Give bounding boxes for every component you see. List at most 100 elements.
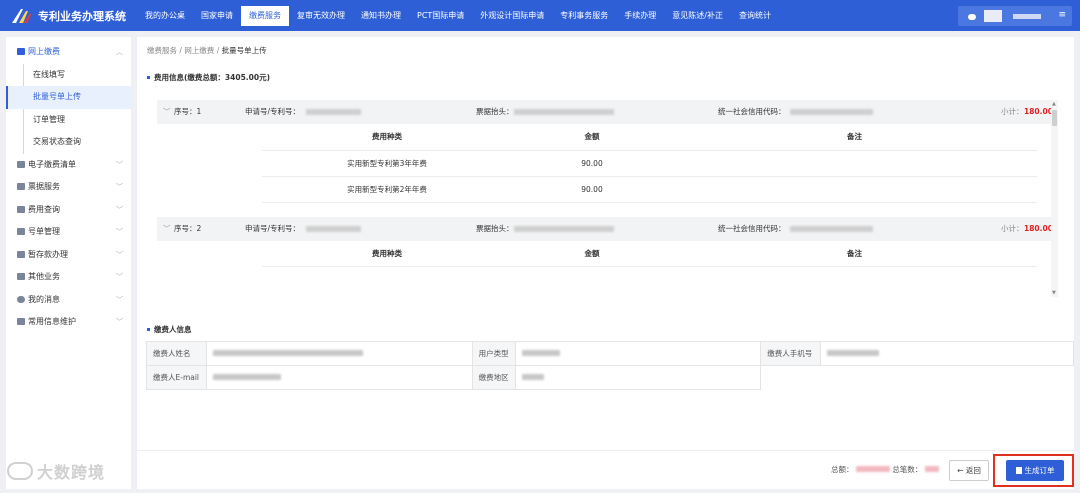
- application-number-label: 申请号/专利号：: [245, 223, 301, 233]
- user-type-label: 用户类型: [471, 341, 516, 366]
- app-logo[interactable]: 专利业务办理系统: [10, 6, 126, 26]
- fee-table: 费用种类 金额 备注 实用新型专利第3年年费 90.00 实用新型专利第2年年费…: [262, 124, 1037, 203]
- other-icon: [17, 273, 25, 280]
- watermark-text: 大数跨境: [37, 463, 106, 482]
- payer-email-label: 缴费人E-mail: [146, 365, 207, 390]
- empty-cell: [821, 366, 1074, 390]
- breadcrumb-current: 批量号单上传: [221, 46, 267, 55]
- fee-group-header[interactable]: ﹀ 序号：2 申请号/专利号： 票据抬头： 统一社会信用代码： 小计： 180.…: [157, 216, 1058, 241]
- app-title: 专利业务办理系统: [38, 10, 126, 23]
- breadcrumb-payment-service[interactable]: 缴费服务: [147, 46, 177, 55]
- chevron-down-icon: ﹀: [116, 295, 123, 304]
- user-avatar: [984, 10, 1002, 22]
- sidebar-item-info-maintenance[interactable]: 常用信息维护 ﹀: [6, 311, 131, 334]
- amount-cell: 90.00: [512, 176, 672, 203]
- nav-design-international[interactable]: 外观设计国际申请: [472, 6, 552, 26]
- nav-my-desk[interactable]: 我的办公桌: [137, 6, 193, 26]
- application-number-label: 申请号/专利号：: [245, 107, 301, 116]
- nav-procedures[interactable]: 手续办理: [616, 6, 664, 26]
- sidebar-item-label: 常用信息维护: [28, 317, 76, 326]
- watermark-logo-icon: [7, 462, 33, 480]
- breadcrumb-online-payment[interactable]: 网上缴费: [184, 46, 214, 55]
- nav-opinion[interactable]: 意见陈述/补正: [664, 6, 731, 26]
- total-count-label: 总笔数：: [892, 465, 923, 474]
- nav-query-stats[interactable]: 查询统计: [731, 6, 779, 26]
- scroll-down-icon[interactable]: ▼: [1052, 290, 1056, 296]
- fee-list-scrollbar[interactable]: ▲ ▼: [1051, 100, 1058, 297]
- sidebar-item-other[interactable]: 其他业务 ﹀: [6, 266, 131, 289]
- amount-cell: 90.00: [512, 150, 672, 177]
- credit-code-redacted: [790, 225, 873, 232]
- group-seq: 序号：2: [174, 223, 202, 233]
- invoice-head-label: 票据抬头：: [476, 107, 514, 116]
- footer-bar: 总额： 总笔数： ← 返回 生成订单: [137, 450, 1074, 489]
- sidebar-item-invoice[interactable]: 票据服务 ﹀: [6, 176, 131, 199]
- menu-icon[interactable]: ≡: [1058, 10, 1066, 20]
- sidebar-item-deposit[interactable]: 暂存款办理 ﹀: [6, 244, 131, 267]
- back-button[interactable]: ← 返回: [949, 460, 989, 481]
- payer-phone-label: 缴费人手机号: [760, 341, 822, 366]
- subtotal-value: 180.00: [1024, 107, 1053, 116]
- sidebar-item-fee-query[interactable]: 费用查询 ﹀: [6, 199, 131, 222]
- payer-email-value: [205, 365, 473, 390]
- fee-group-header[interactable]: ﹀ 序号：1 申请号/专利号： 票据抬头： 统一社会信用代码： 小计： 180.…: [157, 100, 1058, 124]
- sidebar-item-online-fill[interactable]: 在线填写: [6, 64, 131, 87]
- sidebar-item-batch-upload[interactable]: 批量号单上传: [6, 86, 131, 109]
- nav-payment-service[interactable]: 缴费服务: [241, 6, 289, 26]
- user-account-box[interactable]: ≡: [958, 6, 1072, 26]
- sidebar-item-transaction-status[interactable]: 交易状态查询: [6, 131, 131, 154]
- sidebar-item-electronic-bill[interactable]: 电子缴费清单 ﹀: [6, 154, 131, 177]
- main-nav: 我的办公桌 国家申请 缴费服务 复审无效办理 通知书办理 PCT国际申请 外观设…: [137, 6, 779, 26]
- sidebar: 网上缴费 ︿ 在线填写 批量号单上传 订单管理 交易状态查询 电子缴费清单 ﹀ 票…: [6, 37, 131, 489]
- breadcrumb-separator: /: [216, 46, 220, 55]
- payment-icon: [17, 48, 25, 55]
- scrollbar-thumb[interactable]: [1052, 110, 1057, 126]
- nav-national-application[interactable]: 国家申请: [193, 6, 241, 26]
- payer-section-title: 缴费人信息: [147, 324, 192, 335]
- sidebar-item-messages[interactable]: 我的消息 ﹀: [6, 289, 131, 312]
- sidebar-group-label: 网上缴费: [28, 47, 60, 56]
- table-header-row: 费用种类 金额 备注: [262, 124, 1037, 151]
- payer-name-label: 缴费人姓名: [146, 341, 207, 366]
- chevron-down-icon: ﹀: [116, 183, 123, 191]
- sidebar-item-label: 我的消息: [28, 294, 60, 304]
- fee-section-title: 费用信息(缴费总额：3405.00元): [147, 72, 270, 83]
- main-content: 缴费服务 / 网上缴费 / 批量号单上传 费用信息(缴费总额：3405.00元)…: [137, 37, 1074, 489]
- table-row: 实用新型专利第3年年费 90.00: [262, 150, 1037, 177]
- watermark: 大数跨境: [7, 459, 105, 483]
- user-name-redacted: [1013, 14, 1041, 19]
- nav-pct[interactable]: PCT国际申请: [409, 6, 472, 26]
- redacted-value: [827, 350, 880, 356]
- sidebar-item-label: 暂存款办理: [28, 249, 68, 259]
- sidebar-item-order-management[interactable]: 订单管理: [6, 109, 131, 132]
- table-row: 缴费人姓名 用户类型 缴费人手机号: [146, 341, 1074, 366]
- invoice-head-redacted: [514, 109, 614, 115]
- sidebar-group-online-payment[interactable]: 网上缴费 ︿: [6, 41, 131, 64]
- logo-icon: [12, 9, 31, 23]
- fee-list-panel[interactable]: ﹀ 序号：1 申请号/专利号： 票据抬头： 统一社会信用代码： 小计： 180.…: [157, 100, 1058, 297]
- total-count-redacted: [924, 466, 939, 472]
- column-header: 费用种类: [262, 240, 512, 267]
- column-header: 金额: [512, 124, 672, 151]
- note-cell: [672, 150, 1037, 177]
- chevron-down-icon[interactable]: ﹀: [163, 100, 171, 124]
- payment-region-value: [514, 365, 762, 390]
- subtotal-label: 小计：: [1001, 223, 1024, 233]
- application-number-redacted: [306, 109, 361, 115]
- scroll-up-icon[interactable]: ▲: [1052, 101, 1056, 107]
- sidebar-item-label: 号单管理: [28, 227, 60, 236]
- fee-type-cell: 实用新型专利第2年年费: [262, 176, 512, 203]
- nav-reexamination[interactable]: 复审无效办理: [289, 6, 353, 26]
- generate-order-button[interactable]: 生成订单: [1006, 460, 1064, 481]
- chevron-down-icon: ﹀: [116, 250, 123, 259]
- number-icon: [17, 228, 25, 235]
- nav-patent-affairs[interactable]: 专利事务服务: [552, 6, 616, 26]
- invoice-head-redacted: [514, 225, 614, 232]
- chevron-down-icon[interactable]: ﹀: [163, 217, 171, 241]
- credit-code-redacted: [790, 109, 873, 115]
- nav-notices[interactable]: 通知书办理: [353, 6, 409, 26]
- chevron-down-icon: ﹀: [116, 273, 123, 281]
- payer-phone-value: [820, 341, 1074, 366]
- sidebar-item-number-management[interactable]: 号单管理 ﹀: [6, 221, 131, 244]
- breadcrumb: 缴费服务 / 网上缴费 / 批量号单上传: [147, 45, 267, 56]
